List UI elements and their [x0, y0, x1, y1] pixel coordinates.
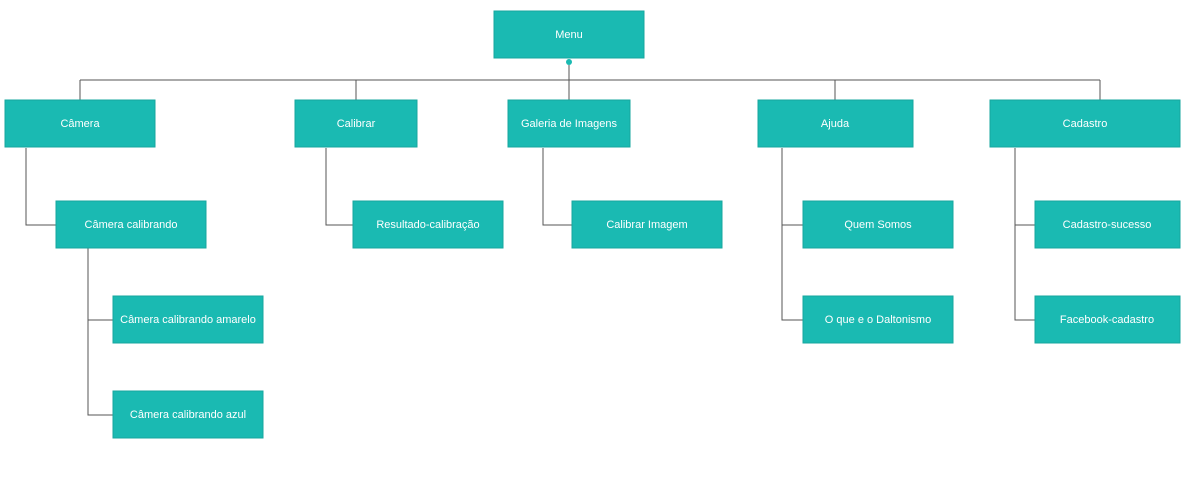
node-label: Quem Somos	[844, 219, 912, 231]
node-galeria[interactable]: Galeria de Imagens	[508, 100, 630, 147]
node-label: Ajuda	[821, 118, 850, 130]
node-label: O que e o Daltonismo	[825, 314, 931, 326]
connector	[88, 248, 113, 320]
connector	[26, 148, 57, 225]
connector	[88, 248, 113, 415]
node-label: Câmera calibrando amarelo	[120, 314, 256, 326]
node-menu[interactable]: Menu	[494, 11, 644, 58]
node-label: Cadastro-sucesso	[1063, 219, 1152, 231]
node-resultado-calibracao[interactable]: Resultado-calibração	[353, 201, 503, 248]
node-label: Calibrar Imagem	[606, 219, 687, 231]
node-calibrar[interactable]: Calibrar	[295, 100, 417, 147]
connector	[782, 148, 803, 225]
node-label: Cadastro	[1063, 118, 1108, 130]
node-label: Facebook-cadastro	[1060, 314, 1154, 326]
node-camera-calibrando-amarelo[interactable]: Câmera calibrando amarelo	[113, 296, 263, 343]
connector	[326, 148, 354, 225]
node-label: Câmera calibrando azul	[130, 409, 246, 421]
node-label: Resultado-calibração	[376, 219, 479, 231]
connector	[782, 148, 803, 320]
node-label: Calibrar	[337, 118, 376, 130]
node-facebook-cadastro[interactable]: Facebook-cadastro	[1035, 296, 1180, 343]
node-label: Menu	[555, 29, 583, 41]
node-camera-calibrando-azul[interactable]: Câmera calibrando azul	[113, 391, 263, 438]
node-calibrar-imagem[interactable]: Calibrar Imagem	[572, 201, 722, 248]
node-cadastro[interactable]: Cadastro	[990, 100, 1180, 147]
node-quem-somos[interactable]: Quem Somos	[803, 201, 953, 248]
node-cadastro-sucesso[interactable]: Cadastro-sucesso	[1035, 201, 1180, 248]
node-label: Galeria de Imagens	[521, 118, 617, 130]
node-label: Câmera calibrando	[85, 219, 178, 231]
connector-dot	[566, 59, 572, 65]
node-o-que-e-o-daltonismo[interactable]: O que e o Daltonismo	[803, 296, 953, 343]
connector	[1015, 148, 1035, 320]
connector	[543, 148, 573, 225]
node-camera[interactable]: Câmera	[5, 100, 155, 147]
connector	[1015, 148, 1035, 225]
node-camera-calibrando[interactable]: Câmera calibrando	[56, 201, 206, 248]
node-label: Câmera	[60, 118, 100, 130]
node-ajuda[interactable]: Ajuda	[758, 100, 913, 147]
